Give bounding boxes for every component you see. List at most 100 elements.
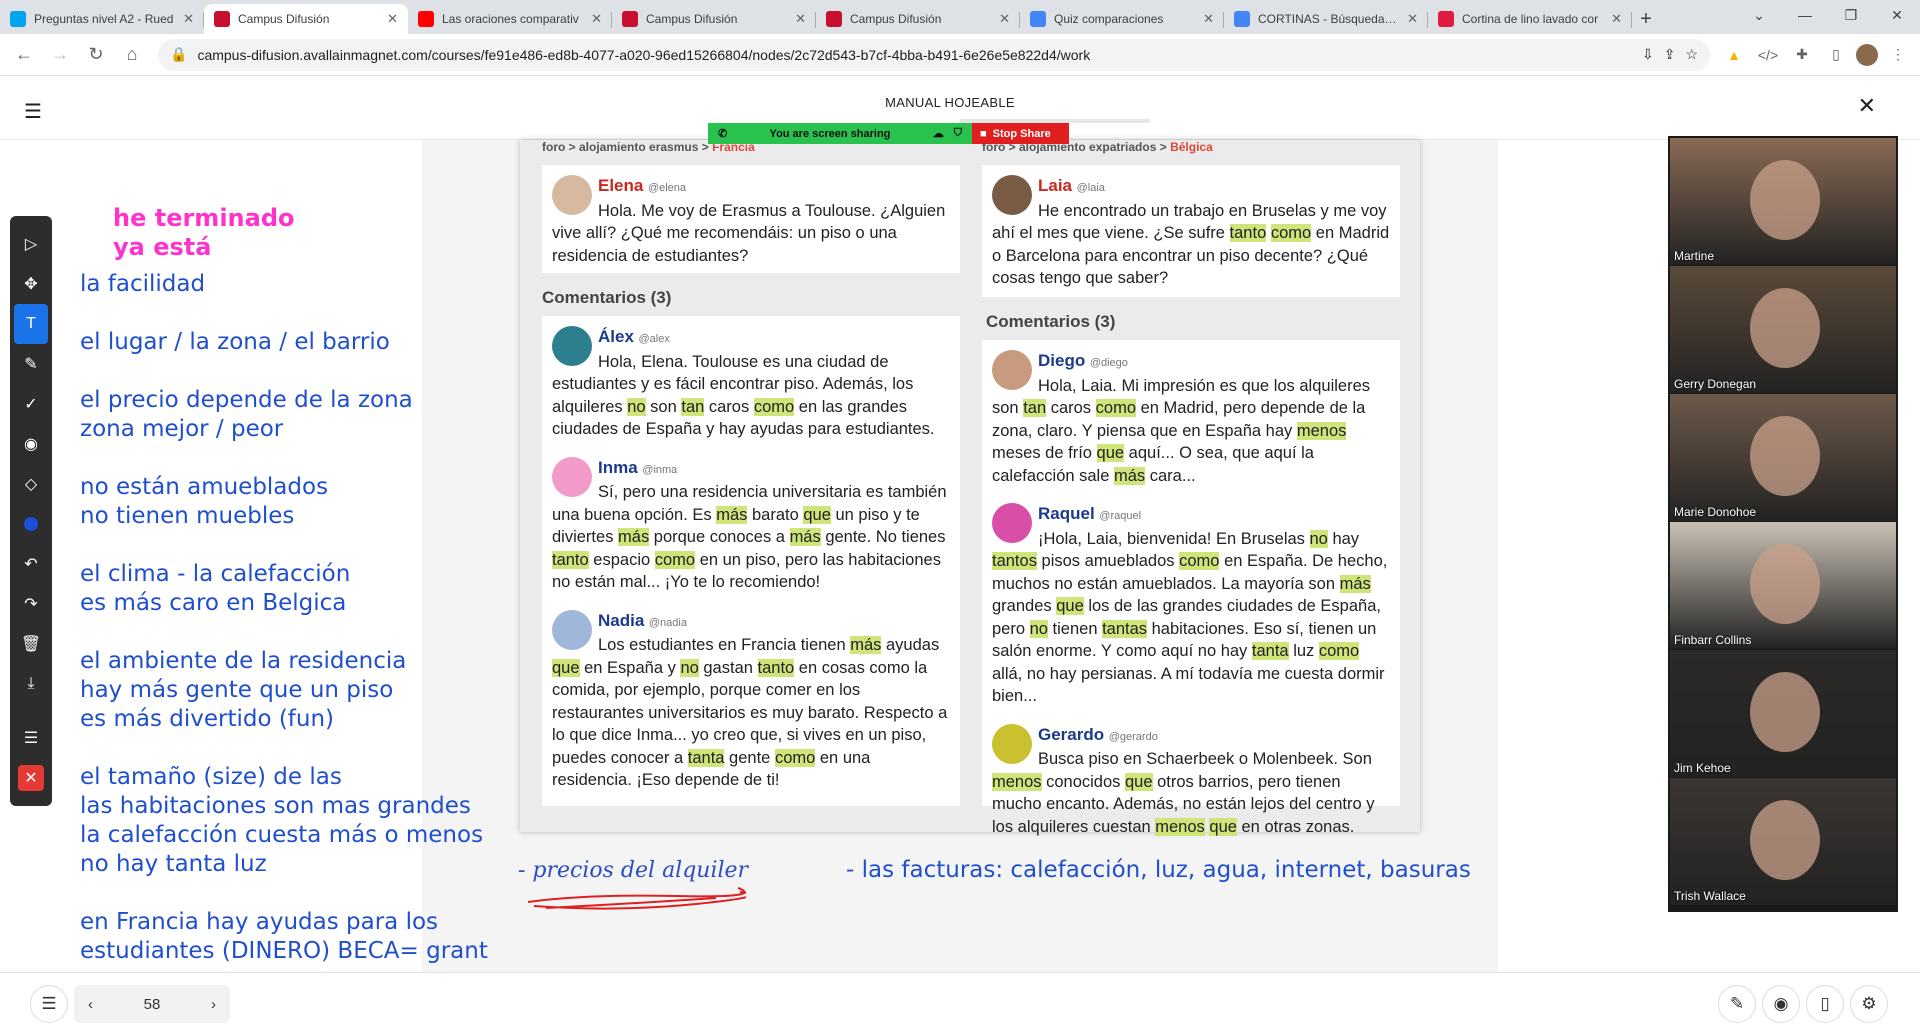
window-controls: ⌄ — ❐ ✕	[1736, 0, 1920, 34]
bookmark-star-icon[interactable]: ☆	[1685, 46, 1698, 63]
sidepanel-icon[interactable]: ▯	[1822, 41, 1850, 69]
close-tab-icon[interactable]: ✕	[591, 11, 602, 27]
undo-icon[interactable]: ↶	[14, 544, 48, 584]
participant-video[interactable]: Gerry Donegan	[1670, 266, 1896, 393]
participant-face	[1750, 416, 1820, 496]
annotation-line: el ambiente de la residencia	[80, 648, 407, 674]
new-tab-button[interactable]: +	[1632, 4, 1660, 34]
annotation-line: el clima - la calefacción	[80, 561, 351, 587]
tab-search-icon[interactable]: ⌄	[1736, 0, 1782, 30]
post-text: Hola. Me voy de Erasmus a Toulouse. ¿Alg…	[552, 201, 946, 265]
participant-videos: Martine Gerry Donegan Marie Donohoe Finbarr…	[1668, 136, 1898, 912]
close-tab-icon[interactable]: ✕	[1407, 11, 1418, 27]
avatar	[552, 326, 592, 366]
prev-page-icon[interactable]: ‹	[88, 996, 93, 1013]
settings-button[interactable]: ⚙	[1850, 985, 1888, 1023]
tab-0[interactable]: Preguntas nivel A2 - Rued ✕	[0, 4, 204, 34]
kebab-menu-icon[interactable]: ⋮	[1884, 41, 1912, 69]
tab-title: Cortina de lino lavado cor	[1462, 12, 1599, 26]
participant-name: Martine	[1674, 249, 1715, 263]
participant-face	[1750, 544, 1820, 624]
annotation-line	[80, 531, 488, 560]
tab-1[interactable]: Campus Difusión ✕	[204, 4, 408, 34]
notes-button[interactable]: ✎	[1718, 985, 1756, 1023]
cloud-icon: ☁	[932, 128, 944, 140]
close-tab-icon[interactable]: ✕	[1203, 11, 1214, 27]
tab-4[interactable]: Campus Difusión ✕	[816, 4, 1020, 34]
avatar	[552, 175, 592, 215]
color-picker[interactable]	[14, 504, 48, 544]
download-icon[interactable]: ⤓	[14, 664, 48, 704]
url-field[interactable]: 🔒 campus-difusion.avallainmagnet.com/cou…	[158, 38, 1710, 71]
tab-7[interactable]: Cortina de lino lavado cor ✕	[1428, 4, 1632, 34]
eraser-icon[interactable]: ◇	[14, 464, 48, 504]
close-tab-icon[interactable]: ✕	[1611, 11, 1622, 27]
red-scribble	[527, 887, 746, 910]
comment-raquel: Raquel @raquel ¡Hola, Laia, bienvenida! …	[992, 503, 1388, 705]
comments-heading: Comentarios (3)	[986, 312, 1116, 331]
restore-button[interactable]: ❐	[1828, 0, 1874, 30]
trash-icon[interactable]: 🗑	[14, 624, 48, 664]
next-page-icon[interactable]: ›	[211, 996, 216, 1013]
tab-title: Campus Difusión	[238, 12, 330, 26]
annotation-line: estudiantes (DINERO) BECA= grant	[80, 938, 488, 964]
participant-video[interactable]: Trish Wallace	[1670, 778, 1896, 905]
annotation-line: no tienen muebles	[80, 503, 295, 529]
close-tab-icon[interactable]: ✕	[999, 11, 1010, 27]
pen-icon[interactable]: ✎	[14, 344, 48, 384]
annotation-line: la facilidad	[80, 271, 206, 297]
close-tab-icon[interactable]: ✕	[183, 11, 194, 27]
handwritten-annotation: - precios del alquiler	[518, 858, 749, 883]
viewer-stage: foro > alojamiento erasmus > Francia for…	[0, 140, 1920, 972]
comments-heading: Comentarios (3)	[542, 288, 672, 307]
participant-video[interactable]: Jim Kehoe	[1670, 650, 1896, 777]
check-icon[interactable]: ✓	[14, 384, 48, 424]
page-number[interactable]: 58	[144, 996, 161, 1013]
participant-video[interactable]: Martine	[1670, 138, 1896, 265]
drive-icon[interactable]: ▲	[1720, 41, 1748, 69]
tab-5[interactable]: Quiz comparaciones ✕	[1020, 4, 1224, 34]
view-button[interactable]: ◉	[1762, 985, 1800, 1023]
back-button[interactable]: ←	[8, 39, 40, 71]
stop-share-button[interactable]: ■ Stop Share	[972, 123, 1069, 144]
close-tab-icon[interactable]: ✕	[795, 11, 806, 27]
participant-video[interactable]: Marie Donohoe	[1670, 394, 1896, 521]
lock-icon: 🔒	[170, 46, 188, 62]
tab-title: Campus Difusión	[646, 12, 738, 26]
toc-button[interactable]: ☰	[30, 985, 68, 1023]
tab-6[interactable]: CORTINAS - Búsqueda de ✕	[1224, 4, 1428, 34]
url-text: campus-difusion.avallainmagnet.com/cours…	[197, 46, 1091, 63]
post-laia: Laia @laia He encontrado un trabajo en B…	[982, 165, 1400, 297]
close-window-button[interactable]: ✕	[1874, 0, 1920, 30]
close-icon[interactable]: ✕	[1858, 93, 1876, 119]
right-comments: Diego @diego Hola, Laia. Mi impresión es…	[982, 340, 1400, 836]
address-bar: ← → ↻ ⌂ 🔒 campus-difusion.avallainmagnet…	[0, 34, 1920, 76]
annotation-line	[80, 734, 488, 763]
pointer-icon[interactable]: ▷	[14, 224, 48, 264]
page-navigator: ‹ 58 ›	[74, 985, 230, 1023]
tab-2[interactable]: Las oraciones comparativ ✕	[408, 4, 612, 34]
minimize-button[interactable]: —	[1782, 0, 1828, 30]
menu-icon[interactable]: ☰	[14, 718, 48, 758]
close-toolbar-button[interactable]: ✕	[14, 758, 48, 798]
reload-button[interactable]: ↻	[80, 39, 112, 71]
move-icon[interactable]: ✥	[14, 264, 48, 304]
redo-icon[interactable]: ↷	[14, 584, 48, 624]
avatar[interactable]	[1856, 43, 1878, 66]
puzzle-icon[interactable]: ✚	[1788, 41, 1816, 69]
text-tool-icon[interactable]: T	[14, 304, 48, 344]
participant-video[interactable]: Finbarr Collins	[1670, 522, 1896, 649]
home-button[interactable]: ⌂	[116, 39, 148, 71]
comment-inma: Inma @inma Sí, pero una residencia unive…	[552, 456, 947, 591]
close-tab-icon[interactable]: ✕	[387, 11, 398, 27]
tab-3[interactable]: Campus Difusión ✕	[612, 4, 816, 34]
share-icon[interactable]: ⇪	[1664, 46, 1676, 63]
participant-face	[1750, 672, 1820, 752]
annotation-line: las habitaciones son mas grandes	[80, 793, 471, 819]
forward-button[interactable]: →	[44, 39, 76, 71]
bookmarks-button[interactable]: ▯	[1806, 985, 1844, 1023]
install-icon[interactable]: ⇩	[1642, 46, 1654, 63]
dev-icon[interactable]: </>	[1754, 41, 1782, 69]
spotlight-icon[interactable]: ◉	[14, 424, 48, 464]
google-icon	[1234, 11, 1250, 27]
